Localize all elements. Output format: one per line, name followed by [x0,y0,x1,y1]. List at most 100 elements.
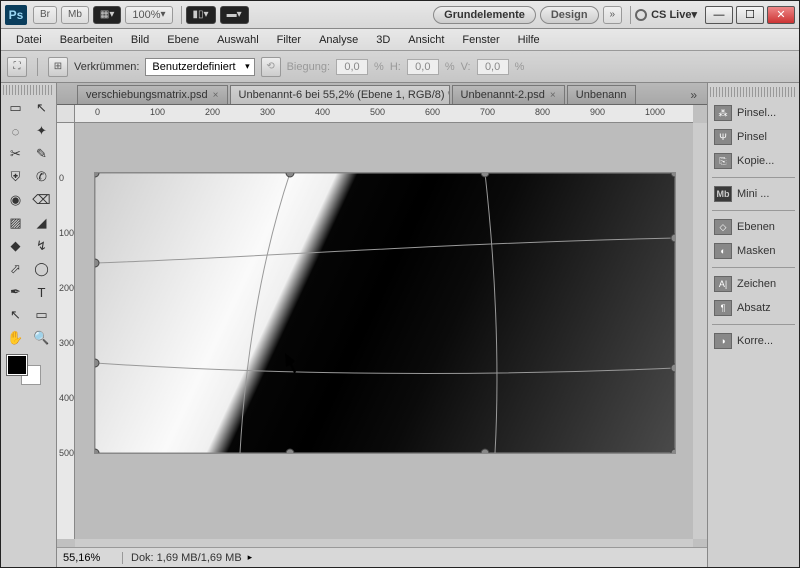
menu-hilfe[interactable]: Hilfe [509,32,549,48]
tool-6[interactable]: ⛨ [3,166,28,188]
arrange-button[interactable]: ▮▯▾ [186,6,216,24]
menu-bild[interactable]: Bild [122,32,158,48]
tool-5[interactable]: ✎ [29,143,54,165]
tool-12[interactable]: ◆ [3,235,28,257]
panel-grip[interactable] [710,87,797,97]
tool-19[interactable]: ▭ [29,304,54,326]
menu-datei[interactable]: Datei [7,32,51,48]
tool-7[interactable]: ✆ [29,166,54,188]
tool-15[interactable]: ◯ [29,258,54,280]
app-logo: Ps [5,5,27,25]
maximize-button[interactable]: ☐ [736,6,764,24]
foreground-swatch[interactable] [7,355,27,375]
panel-grip[interactable] [3,85,54,95]
tool-13[interactable]: ↯ [29,235,54,257]
minimize-button[interactable]: — [705,6,733,24]
document-tabbar: verschiebungsmatrix.psd× Unbenannt-6 bei… [57,83,707,105]
panel-pinsel[interactable]: ΨPinsel [710,125,797,149]
titlebar: Ps Br Mb ▦▾ 100% ▾ ▮▯▾ ▬▾ Grundelemente … [1,1,799,29]
tab-overflow[interactable]: » [684,86,703,104]
orientation-icon[interactable]: ⟲ [261,57,281,77]
menu-auswahl[interactable]: Auswahl [208,32,268,48]
menu-analyse[interactable]: Analyse [310,32,367,48]
tool-9[interactable]: ⌫ [29,189,54,211]
h-field[interactable]: 0,0 [407,59,439,75]
doc-tab-3[interactable]: Unbenannt-2.psd× [452,85,565,104]
scrollbar-vertical[interactable] [693,123,707,539]
panel-mini ...[interactable]: Mb Mini ... [710,182,797,206]
doc-tab-2[interactable]: Unbenannt-6 bei 55,2% (Ebene 1, RGB/8) *… [230,85,450,104]
panel-kopie...[interactable]: ⎘Kopie... [710,149,797,173]
panel-icon: ¶ [714,300,732,316]
ruler-horizontal[interactable]: 01002003004005006007008009001000 [75,105,693,123]
transform-icon[interactable]: ⛶ [7,57,27,77]
screenmode2-button[interactable]: ▬▾ [220,6,249,24]
ruler-origin[interactable] [57,105,75,123]
close-icon[interactable]: × [550,90,556,101]
tool-20[interactable]: ✋ [3,327,28,349]
workspace-grundelemente[interactable]: Grundelemente [433,6,536,24]
warp-label: Verkrümmen: [74,61,139,73]
document-content[interactable] [95,173,675,453]
doc-tab-4[interactable]: Unbenann [567,85,636,104]
tool-11[interactable]: ◢ [29,212,54,234]
panel-label: Zeichen [737,278,776,290]
color-swatches[interactable] [3,353,54,385]
close-icon[interactable]: × [213,90,219,101]
workspace-design[interactable]: Design [540,6,599,24]
cs-live-button[interactable]: CS Live ▾ [635,8,697,21]
tool-21[interactable]: 🔍 [29,327,54,349]
tool-2[interactable]: ◌ [3,120,28,142]
panel-icon: ◐ [714,243,732,259]
panel-pinsel...[interactable]: ⁂ Pinsel... [710,101,797,125]
menu-filter[interactable]: Filter [268,32,310,48]
chevron-right-icon[interactable]: ▸ [248,552,253,563]
panel-icon: ⎘ [714,153,732,169]
tool-4[interactable]: ✂ [3,143,28,165]
menu-bearbeiten[interactable]: Bearbeiten [51,32,122,48]
v-field[interactable]: 0,0 [477,59,509,75]
panel-label: Mini ... [737,188,769,200]
panel-masken[interactable]: ◐ Masken [710,239,797,263]
panel-label: Masken [737,245,776,257]
close-button[interactable]: ✕ [767,6,795,24]
zoom-dropdown[interactable]: 100% ▾ [125,6,172,24]
panel-icon: Mb [714,186,732,202]
tool-3[interactable]: ✦ [29,120,54,142]
warp-grid-icon[interactable]: ⊞ [48,57,68,77]
panel-ebenen[interactable]: ◇Ebenen [710,215,797,239]
doc-info[interactable]: Dok: 1,69 MB/1,69 MB [123,552,242,564]
minibridge-button[interactable]: Mb [61,6,89,24]
screenmode-button[interactable]: ▦▾ [93,6,121,24]
menu-3d[interactable]: 3D [367,32,399,48]
menu-ansicht[interactable]: Ansicht [399,32,453,48]
panel-korre...[interactable]: ◑Korre... [710,329,797,353]
panel-absatz[interactable]: ¶Absatz [710,296,797,320]
doc-tab-1[interactable]: verschiebungsmatrix.psd× [77,85,228,104]
bend-label: Biegung: [287,61,330,73]
tool-17[interactable]: T [29,281,54,303]
tool-16[interactable]: ✒ [3,281,28,303]
bend-field[interactable]: 0,0 [336,59,368,75]
warp-preset-select[interactable]: Benutzerdefiniert [145,58,254,76]
h-label: H: [390,61,401,73]
menu-fenster[interactable]: Fenster [453,32,508,48]
tool-0[interactable]: ▭ [3,97,28,119]
tool-10[interactable]: ▨ [3,212,28,234]
tool-8[interactable]: ◉ [3,189,28,211]
tool-1[interactable]: ↖ [29,97,54,119]
zoom-field[interactable]: 55,16% [63,552,123,564]
bridge-button[interactable]: Br [33,6,57,24]
tool-14[interactable]: ⬀ [3,258,28,280]
tool-18[interactable]: ↖ [3,304,28,326]
ruler-vertical[interactable]: 0100200300400500 [57,123,75,539]
panel-icon: ◇ [714,219,732,235]
panel-label: Pinsel... [737,107,776,119]
canvas-viewport[interactable] [75,123,693,539]
menu-ebene[interactable]: Ebene [158,32,208,48]
panel-zeichen[interactable]: A| Zeichen [710,272,797,296]
workspace-more[interactable]: » [603,6,623,24]
panel-icon: ⁂ [714,105,732,121]
panel-icon: A| [714,276,732,292]
scrollbar-horizontal[interactable] [75,539,693,547]
